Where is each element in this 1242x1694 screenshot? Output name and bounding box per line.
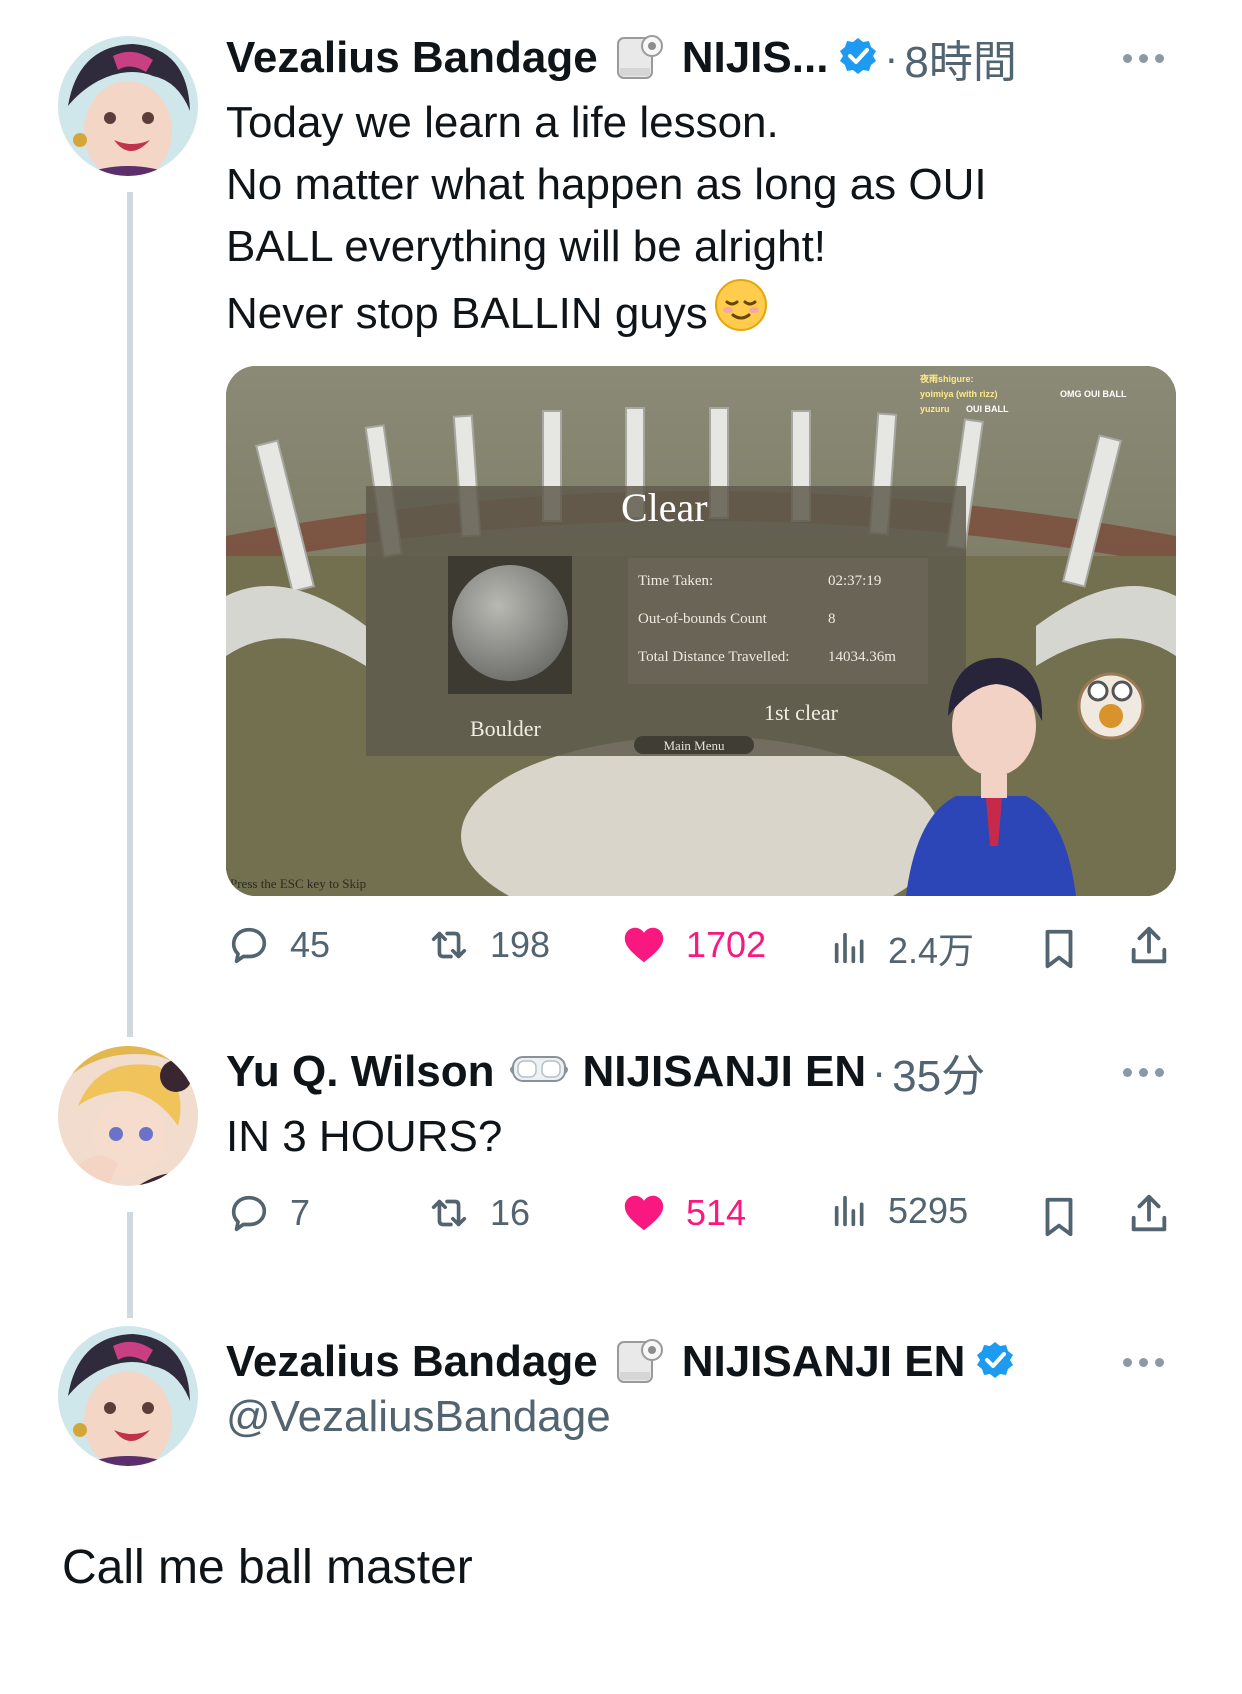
author-name[interactable]: Vezalius Bandage bbox=[226, 1337, 598, 1387]
heart-icon bbox=[624, 1195, 664, 1231]
author-name[interactable]: Vezalius Bandage bbox=[226, 33, 598, 83]
share-button[interactable] bbox=[1126, 1190, 1172, 1238]
tweet-header: Vezalius Bandage NIJISANJI EN bbox=[226, 1332, 1015, 1392]
bookmark-button[interactable] bbox=[1036, 924, 1082, 974]
thread-line bbox=[127, 192, 133, 1037]
toilet-paper-icon bbox=[612, 28, 668, 89]
bookmark-button[interactable] bbox=[1036, 1192, 1082, 1242]
tweet-header: Yu Q. Wilson NIJISANJI EN · 35分 bbox=[226, 1042, 985, 1102]
verified-badge-icon bbox=[838, 36, 878, 81]
view-count: 5295 bbox=[888, 1190, 969, 1231]
stat-label: Out-of-bounds Count bbox=[638, 610, 767, 627]
reply-button[interactable]: 7 bbox=[226, 1190, 310, 1236]
retweet-button[interactable]: 16 bbox=[426, 1190, 530, 1236]
goggles-icon bbox=[509, 1045, 569, 1100]
like-count: 1702 bbox=[686, 924, 767, 965]
like-count: 514 bbox=[686, 1192, 747, 1233]
avatar[interactable] bbox=[58, 1046, 198, 1186]
reply-count: 45 bbox=[290, 924, 331, 965]
views-icon bbox=[834, 932, 864, 964]
tweet-text-line: BALL everything will be alright! bbox=[226, 222, 827, 271]
stat-label: Total Distance Travelled: bbox=[638, 648, 790, 665]
share-icon bbox=[1131, 926, 1167, 964]
clear-title: Clear bbox=[621, 485, 708, 530]
retweet-button[interactable]: 198 bbox=[426, 922, 550, 968]
chat-message: OMG OUI BALL bbox=[1060, 389, 1127, 399]
reply-button[interactable]: 45 bbox=[226, 922, 330, 968]
avatar[interactable] bbox=[58, 36, 198, 176]
share-icon bbox=[1131, 1194, 1167, 1232]
more-options-icon[interactable] bbox=[1123, 1068, 1164, 1077]
ball-label: Boulder bbox=[470, 716, 541, 741]
tweet-text-line: Today we learn a life lesson. bbox=[226, 98, 779, 147]
toilet-paper-icon bbox=[612, 1332, 668, 1393]
clear-note: 1st clear bbox=[764, 700, 838, 725]
tweet-actions: 7 16 514 5295 bbox=[226, 1190, 1176, 1250]
bookmark-icon bbox=[1045, 1197, 1073, 1237]
view-count: 2.4万 bbox=[888, 930, 975, 971]
tweet-text-line: Never stop BALLIN guys bbox=[226, 288, 708, 338]
separator-dot: · bbox=[884, 34, 899, 81]
main-menu-button[interactable]: Main Menu bbox=[634, 738, 754, 754]
more-options-icon[interactable] bbox=[1123, 54, 1164, 63]
stat-value: 02:37:19 bbox=[828, 572, 882, 589]
more-options-icon[interactable] bbox=[1123, 1358, 1164, 1367]
affiliation: NIJISANJI EN bbox=[681, 1337, 966, 1386]
retweet-icon bbox=[431, 1199, 467, 1227]
share-button[interactable] bbox=[1126, 922, 1172, 970]
chat-user: 夜雨shigure: bbox=[920, 374, 974, 384]
stat-label: Time Taken: bbox=[638, 572, 714, 589]
views-icon bbox=[834, 1195, 864, 1227]
avatar[interactable] bbox=[58, 1326, 198, 1466]
author-handle[interactable]: @VezaliusBandage bbox=[226, 1392, 611, 1442]
views-button[interactable]: 5295 bbox=[830, 1190, 968, 1232]
stream-chat: 夜雨shigure: yoimiya (with rizz) OMG OUI B… bbox=[920, 372, 1127, 417]
timestamp[interactable]: 35分 bbox=[892, 1040, 985, 1104]
bookmark-icon bbox=[1045, 929, 1073, 969]
stat-value: 8 bbox=[828, 610, 836, 627]
chat-user: yuzuru bbox=[920, 404, 950, 414]
heart-icon bbox=[624, 927, 664, 963]
reply-icon bbox=[231, 927, 267, 964]
separator-dot: · bbox=[872, 1048, 887, 1095]
tweet-text: IN 3 HOURS? bbox=[226, 1112, 503, 1161]
tweet-text: Call me ball master bbox=[62, 1541, 473, 1594]
retweet-count: 16 bbox=[490, 1192, 531, 1233]
author-name[interactable]: Yu Q. Wilson bbox=[226, 1047, 495, 1097]
affiliation: NIJISANJI EN bbox=[582, 1047, 867, 1096]
chat-user: yoimiya (with rizz) bbox=[920, 389, 998, 399]
skip-hint: Press the ESC key to Skip bbox=[230, 876, 367, 891]
like-button[interactable]: 1702 bbox=[620, 922, 766, 968]
chat-message: OUI BALL bbox=[966, 404, 1009, 414]
reply-icon bbox=[231, 1195, 267, 1232]
stat-value: 14034.36m bbox=[828, 648, 896, 665]
tweet-text: Today we learn a life lesson. No matter … bbox=[226, 92, 987, 349]
retweet-count: 198 bbox=[490, 924, 551, 965]
thread-line bbox=[127, 1212, 133, 1318]
like-button[interactable]: 514 bbox=[620, 1190, 746, 1236]
timestamp[interactable]: 8時間 bbox=[904, 26, 1016, 90]
tweet-header: Vezalius Bandage NIJIS... · 8時間 bbox=[226, 28, 1017, 88]
tweet-actions: 45 198 1702 2.4万 bbox=[226, 922, 1176, 982]
reply-count: 7 bbox=[290, 1192, 311, 1233]
tweet-text-line: No matter what happen as long as OUI bbox=[226, 160, 987, 209]
affiliation: NIJIS... bbox=[681, 33, 829, 82]
stats-panel: Time Taken: 02:37:19 Out-of-bounds Count… bbox=[638, 562, 928, 676]
retweet-icon bbox=[431, 931, 467, 959]
relieved-face-icon bbox=[714, 278, 768, 349]
views-button[interactable]: 2.4万 bbox=[830, 922, 974, 974]
media-image[interactable]: Clear Time Taken: 02:37:19 Out-of-bounds… bbox=[226, 366, 1176, 896]
verified-badge-icon bbox=[975, 1340, 1015, 1385]
